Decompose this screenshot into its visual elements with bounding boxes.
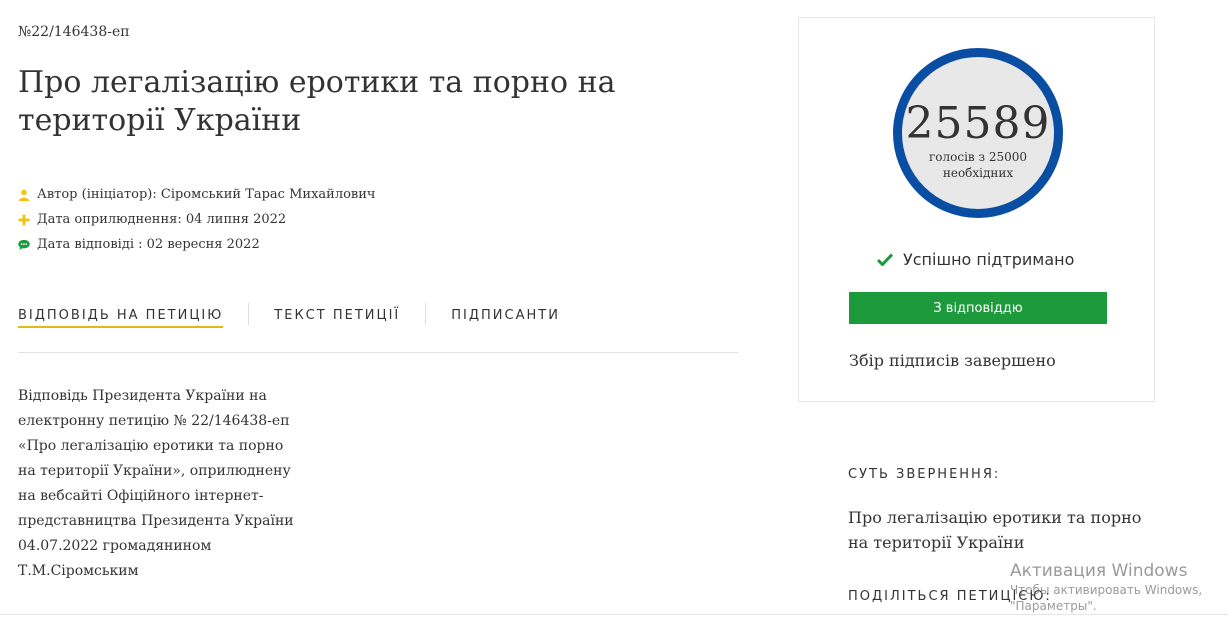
- status-row: Успішно підтримано: [877, 250, 1074, 269]
- check-icon: [877, 253, 893, 266]
- tab-divider: [248, 303, 250, 325]
- collection-status: Збір підписів завершено: [849, 351, 1056, 370]
- tabs-divider: [18, 352, 738, 353]
- tab-answer[interactable]: ВІДПОВІДЬ НА ПЕТИЦІЮ: [18, 300, 224, 328]
- tab-petition-text[interactable]: ТЕКСТ ПЕТИЦІЇ: [274, 300, 400, 328]
- plus-icon: [18, 214, 30, 226]
- share-heading: ПОДІЛІТЬСЯ ПЕТИЦІЄЮ:: [848, 589, 1052, 604]
- meta-published: Дата оприлюднення: 04 липня 2022: [18, 207, 375, 232]
- watermark-title: Активация Windows: [1010, 561, 1188, 581]
- petition-meta: Автор (ініціатор): Сіромський Тарас Миха…: [18, 182, 375, 257]
- comment-icon: [18, 239, 30, 251]
- with-answer-button[interactable]: З відповіддю: [849, 292, 1107, 324]
- tab-divider: [425, 303, 427, 325]
- vote-card: 25589 голосів з 25000 необхідних Успішно…: [798, 17, 1155, 402]
- meta-answered: Дата відповіді : 02 вересня 2022: [18, 232, 375, 257]
- meta-answered-text: Дата відповіді : 02 вересня 2022: [37, 237, 260, 252]
- vote-count: 25589: [905, 98, 1051, 149]
- petition-title: Про легалізацію еротики та порно на тери…: [18, 65, 616, 138]
- user-icon: [18, 189, 30, 201]
- essence-text: Про легалізацію еротики та порно на тери…: [848, 508, 1142, 552]
- meta-author-text: Автор (ініціатор): Сіромський Тарас Миха…: [37, 187, 376, 202]
- meta-author: Автор (ініціатор): Сіромський Тарас Миха…: [18, 182, 375, 207]
- meta-published-text: Дата оприлюднення: 04 липня 2022: [37, 212, 287, 227]
- vote-counter-circle: 25589 голосів з 25000 необхідних: [893, 48, 1063, 218]
- page-bottom-divider: [0, 614, 1228, 615]
- petition-number: №22/146438-еп: [18, 24, 130, 40]
- status-text: Успішно підтримано: [903, 250, 1075, 269]
- essence-heading: СУТЬ ЗВЕРНЕННЯ:: [848, 467, 1001, 482]
- windows-activation-watermark: Активация Windows Чтобы активировать Win…: [1010, 560, 1228, 614]
- tab-signers[interactable]: ПІДПИСАНТИ: [451, 300, 560, 328]
- vote-caption: голосів з 25000 необхідних: [928, 150, 1028, 180]
- answer-text: Відповідь Президента України на електрон…: [18, 388, 294, 579]
- petition-tabs: ВІДПОВІДЬ НА ПЕТИЦІЮ ТЕКСТ ПЕТИЦІЇ ПІДПИ…: [18, 296, 560, 332]
